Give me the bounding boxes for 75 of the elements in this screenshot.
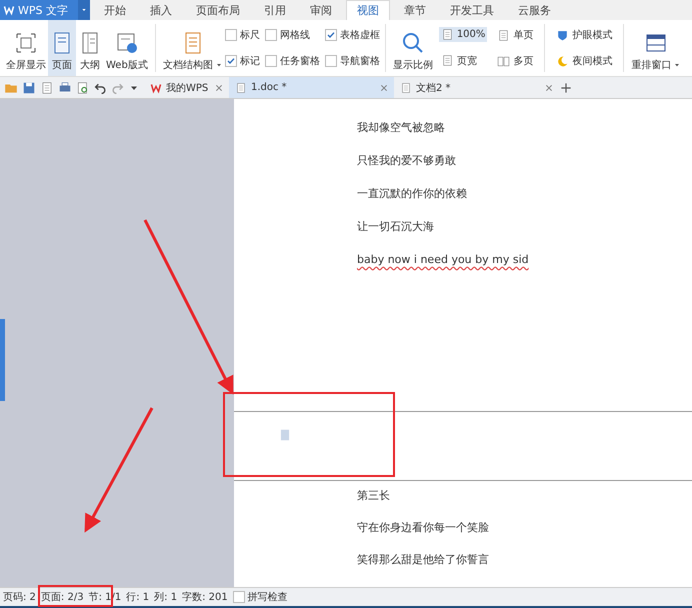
document-tab[interactable]: 文档2 *	[394, 77, 559, 98]
option-checkbox[interactable]: 表格虚框	[324, 28, 380, 42]
menu-tab[interactable]: 审阅	[300, 0, 342, 20]
night-mode-button[interactable]: 夜间模式	[554, 53, 614, 69]
arrange-windows-button[interactable]: 重排窗口	[629, 20, 684, 76]
w-logo-icon	[3, 4, 15, 16]
status-item: 页码: 2	[3, 591, 36, 604]
status-item: 列: 1	[154, 591, 178, 604]
close-icon[interactable]	[545, 84, 553, 92]
option-checkbox[interactable]: 网格线	[264, 28, 320, 42]
document-text: 笑得那么甜是他给了你誓言	[357, 552, 490, 568]
status-item: 行: 1	[126, 591, 150, 604]
eye-care-button[interactable]: 护眼模式	[554, 27, 614, 43]
page-icon	[497, 28, 510, 42]
menu-tab[interactable]: 页面布局	[186, 0, 250, 20]
page-icon	[440, 28, 454, 42]
document-tab[interactable]: 我的WPS	[144, 77, 229, 98]
view-mode-button[interactable]: Web版式	[104, 20, 150, 76]
menu-tab[interactable]: 开发工具	[440, 0, 504, 20]
close-icon[interactable]	[215, 84, 223, 92]
status-item: 字数: 201	[182, 590, 228, 604]
document-text: 只怪我的爱不够勇敢	[357, 153, 457, 169]
multi-page-button[interactable]: 多页	[495, 53, 536, 69]
option-checkbox[interactable]: 标记	[224, 54, 260, 68]
zoom-100-button[interactable]: 100%	[438, 27, 488, 42]
zoom-button[interactable]: 显示比例	[390, 20, 435, 76]
document-icon	[400, 82, 412, 94]
option-checkbox[interactable]: 任务窗格	[264, 54, 320, 68]
document-text: 第三长	[357, 488, 391, 504]
view-mode-button[interactable]: 全屏显示	[4, 20, 48, 76]
caret-icon	[214, 61, 223, 69]
save-icon	[22, 80, 36, 94]
web-layout-icon	[114, 31, 139, 55]
page-icon	[440, 54, 454, 68]
menu-tab[interactable]: 章节	[394, 0, 436, 20]
plus-icon	[559, 80, 573, 94]
document-text: 守在你身边看你每一个笑脸	[357, 520, 490, 536]
view-mode-button[interactable]: 页面	[48, 20, 76, 76]
pane-handle[interactable]	[0, 319, 5, 401]
menu-tab[interactable]: 云服务	[508, 0, 561, 20]
moon-icon	[556, 54, 570, 68]
print-icon	[58, 80, 72, 94]
undo-icon	[94, 81, 107, 94]
preview-icon	[76, 80, 90, 94]
search-icon	[400, 31, 425, 55]
menu-tab[interactable]: 引用	[254, 0, 296, 20]
document-text: 一直沉默的作你的依赖	[357, 186, 468, 202]
document-text: 我却像空气被忽略	[357, 120, 446, 136]
redo-icon	[111, 81, 124, 94]
spell-check-toggle[interactable]: 拼写检查	[232, 590, 288, 604]
document-tab[interactable]: 1.doc *	[229, 77, 394, 98]
menu-tab[interactable]: 视图	[346, 0, 390, 20]
document-icon	[40, 80, 54, 94]
single-page-button[interactable]: 单页	[495, 27, 536, 43]
check-icon	[226, 57, 235, 65]
option-checkbox[interactable]: 标尺	[224, 28, 260, 42]
app-logo[interactable]: WPS 文字	[0, 0, 90, 20]
pages-icon	[497, 54, 510, 68]
document-text: 让一切石沉大海	[357, 219, 435, 235]
view-mode-button[interactable]: 大纲	[76, 20, 104, 76]
document-icon	[235, 82, 247, 94]
w-logo-icon	[150, 82, 162, 94]
fit-width-button[interactable]: 页宽	[438, 52, 488, 69]
fullscreen-icon	[14, 31, 38, 55]
option-checkbox[interactable]: 导航窗格	[324, 54, 380, 68]
status-item: 页面: 2/3	[40, 591, 84, 604]
close-icon[interactable]	[380, 84, 388, 92]
caret-icon	[673, 61, 682, 69]
menu-tab[interactable]: 开始	[94, 0, 136, 20]
menu-tab[interactable]: 插入	[140, 0, 182, 20]
document-text: baby now i need you by my sid	[357, 252, 530, 268]
shield-icon	[556, 28, 570, 42]
doc-map-button[interactable]: 文档结构图	[160, 20, 225, 76]
check-icon	[326, 31, 335, 39]
document-icon	[278, 428, 292, 442]
